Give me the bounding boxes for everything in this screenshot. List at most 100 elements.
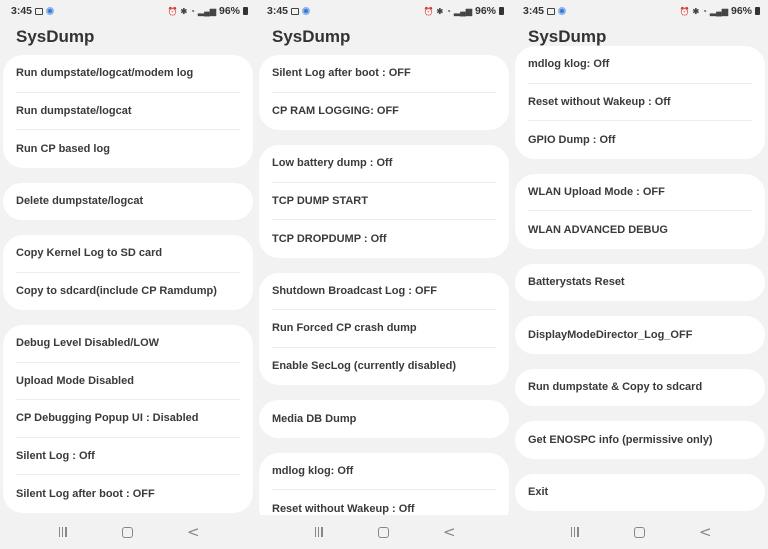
menu-item[interactable]: Run CP based log <box>16 130 240 168</box>
menu-list[interactable]: Run dumpstate/logcat/modem log Run dumpst… <box>3 55 253 528</box>
menu-list[interactable]: Silent Log after boot : OFF CP RAM LOGGIN… <box>259 55 509 543</box>
recents-icon <box>58 527 67 537</box>
menu-item[interactable]: Silent Log after boot : OFF <box>16 475 240 513</box>
menu-card: Get ENOSPC info (permissive only) <box>515 421 765 459</box>
app-notification-icon <box>558 7 567 15</box>
home-button[interactable] <box>625 520 655 544</box>
home-button[interactable] <box>369 520 399 544</box>
gallery-notification-icon <box>35 7 44 15</box>
menu-item[interactable]: GPIO Dump : Off <box>528 121 752 159</box>
menu-item[interactable]: TCP DUMP START <box>272 183 496 220</box>
menu-item[interactable]: Low battery dump : Off <box>272 145 496 183</box>
wifi-icon: ◔ <box>446 6 451 16</box>
menu-item[interactable]: WLAN Upload Mode : OFF <box>528 174 752 211</box>
menu-item[interactable]: mdlog klog: Off <box>272 453 496 490</box>
menu-item[interactable]: Silent Log after boot : OFF <box>272 55 496 93</box>
menu-item[interactable]: Debug Level Disabled/LOW <box>16 325 240 363</box>
menu-item[interactable]: Silent Log : Off <box>16 438 240 475</box>
status-bar: 3:45 ⏰ ✱ ◔ ▂▄▆ 96% <box>0 0 256 22</box>
wifi-icon: ◔ <box>702 6 707 16</box>
menu-card: DisplayModeDirector_Log_OFF <box>515 316 765 354</box>
menu-item[interactable]: DisplayModeDirector_Log_OFF <box>528 316 752 354</box>
screen-3: 3:45 ⏰ ✱ ◔ ▂▄▆ 96% SysDump mdlog klog: O… <box>512 0 768 549</box>
wifi-icon: ◔ <box>190 6 195 16</box>
menu-item[interactable]: Run dumpstate/logcat/modem log <box>16 55 240 93</box>
screenshots-strip: 3:45 ⏰ ✱ ◔ ▂▄▆ 96% SysDump Run dumpstate… <box>0 0 768 549</box>
recents-button[interactable] <box>304 520 334 544</box>
menu-card: Run dumpstate/logcat/modem log Run dumpst… <box>3 55 253 168</box>
battery-icon <box>243 7 248 15</box>
battery-percent: 96% <box>474 5 496 17</box>
menu-item[interactable]: Shutdown Broadcast Log : OFF <box>272 273 496 310</box>
home-icon <box>122 526 134 538</box>
menu-item[interactable]: Media DB Dump <box>272 400 496 438</box>
status-bar: 3:45 ⏰ ✱ ◔ ▂▄▆ 96% <box>512 0 768 22</box>
screen-2: 3:45 ⏰ ✱ ◔ ▂▄▆ 96% SysDump Silent Log af… <box>256 0 512 549</box>
back-icon: < <box>443 523 456 541</box>
menu-item[interactable]: TCP DROPDUMP : Off <box>272 220 496 258</box>
status-time: 3:45 <box>523 5 545 17</box>
menu-card: Exit <box>515 473 765 512</box>
menu-item[interactable]: CP RAM LOGGING: OFF <box>272 93 496 131</box>
menu-card: Shutdown Broadcast Log : OFF Run Forced C… <box>259 272 509 386</box>
gallery-notification-icon <box>291 7 300 15</box>
menu-card: Delete dumpstate/logcat <box>3 182 253 221</box>
app-notification-icon <box>46 7 55 15</box>
signal-icon: ▂▄▆ <box>198 6 216 16</box>
app-notification-icon <box>302 7 311 15</box>
navigation-bar: < <box>0 515 256 549</box>
app-title: SysDump <box>16 27 95 46</box>
menu-card: Low battery dump : Off TCP DUMP START TCP … <box>259 145 509 258</box>
alarm-icon: ⏰ <box>423 6 434 16</box>
menu-card: Media DB Dump <box>259 400 509 438</box>
status-time: 3:45 <box>267 5 289 17</box>
menu-card: WLAN Upload Mode : OFF WLAN ADVANCED DEBU… <box>515 173 765 249</box>
recents-button[interactable] <box>48 520 78 544</box>
bluetooth-icon: ✱ <box>180 6 188 16</box>
menu-card: Copy Kernel Log to SD card Copy to sdcard… <box>3 235 253 310</box>
menu-card: Run dumpstate & Copy to sdcard <box>515 368 765 407</box>
menu-card: Debug Level Disabled/LOW Upload Mode Disa… <box>3 325 253 513</box>
back-button[interactable]: < <box>690 520 720 544</box>
menu-item[interactable]: mdlog klog: Off <box>528 46 752 84</box>
menu-item[interactable]: Run dumpstate/logcat <box>16 93 240 130</box>
menu-list[interactable]: mdlog klog: Off Reset without Wakeup : Of… <box>515 46 765 526</box>
battery-percent: 96% <box>218 5 240 17</box>
back-icon: < <box>699 523 712 541</box>
signal-icon: ▂▄▆ <box>454 6 472 16</box>
battery-percent: 96% <box>730 5 752 17</box>
app-title: SysDump <box>528 27 607 46</box>
battery-icon <box>499 7 504 15</box>
menu-card: Batterystats Reset <box>515 263 765 302</box>
home-button[interactable] <box>113 520 143 544</box>
menu-item[interactable]: Exit <box>528 474 752 512</box>
bluetooth-icon: ✱ <box>436 6 444 16</box>
status-time: 3:45 <box>11 5 33 17</box>
home-icon <box>634 526 646 538</box>
app-title: SysDump <box>272 27 351 46</box>
gallery-notification-icon <box>547 7 556 15</box>
recents-icon <box>570 527 579 537</box>
menu-item[interactable]: Copy to sdcard(include CP Ramdump) <box>16 273 240 311</box>
menu-item[interactable]: WLAN ADVANCED DEBUG <box>528 211 752 249</box>
menu-item[interactable]: Run Forced CP crash dump <box>272 310 496 348</box>
menu-item[interactable]: Get ENOSPC info (permissive only) <box>528 421 752 459</box>
alarm-icon: ⏰ <box>167 6 178 16</box>
battery-icon <box>755 7 760 15</box>
back-button[interactable]: < <box>434 520 464 544</box>
alarm-icon: ⏰ <box>679 6 690 16</box>
menu-item[interactable]: Run dumpstate & Copy to sdcard <box>528 369 752 407</box>
menu-item[interactable]: Enable SecLog (currently disabled) <box>272 348 496 386</box>
back-button[interactable]: < <box>178 520 208 544</box>
menu-item[interactable]: CP Debugging Popup UI : Disabled <box>16 400 240 438</box>
menu-item[interactable]: Upload Mode Disabled <box>16 363 240 400</box>
navigation-bar: < <box>512 515 768 549</box>
navigation-bar: < <box>256 515 512 549</box>
menu-item[interactable]: Batterystats Reset <box>528 264 752 302</box>
bluetooth-icon: ✱ <box>692 6 700 16</box>
menu-item[interactable]: Delete dumpstate/logcat <box>16 183 240 221</box>
menu-item[interactable]: Copy Kernel Log to SD card <box>16 235 240 273</box>
menu-item[interactable]: Reset without Wakeup : Off <box>528 84 752 121</box>
recents-button[interactable] <box>560 520 590 544</box>
screen-1: 3:45 ⏰ ✱ ◔ ▂▄▆ 96% SysDump Run dumpstate… <box>0 0 256 549</box>
